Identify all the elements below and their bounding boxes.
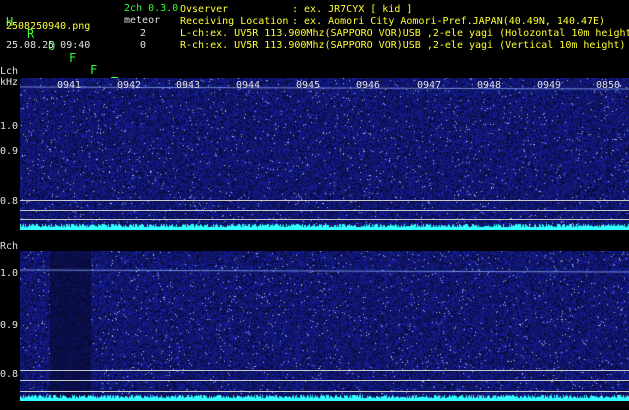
rch-ytick-0.8: 0.8	[0, 369, 19, 380]
lch-time-label: 0941	[57, 80, 82, 91]
lch-time-label: 0946	[356, 80, 381, 91]
lch-spectrogram	[20, 78, 629, 230]
datetime: 25.08.25 09:40	[6, 40, 91, 51]
lch-ytick-0.8: 0.8	[0, 196, 19, 207]
channel-mode: 2ch 0.3.0	[124, 3, 179, 14]
location-label: Receiving Location	[180, 16, 289, 27]
rch-ref-line	[20, 391, 629, 392]
location-value: : ex. Aomori City Aomori-Pref.JAPAN(40.4…	[292, 16, 606, 27]
lch-ref-line	[20, 210, 629, 211]
rch-spectrogram	[20, 251, 629, 401]
lch-time-label: 0945	[296, 80, 321, 91]
rch-ytick-0.9: 0.9	[0, 320, 19, 331]
lch-time-label: 0943	[176, 80, 201, 91]
meteor-label: meteor	[124, 15, 161, 26]
lch-time-label: 0948	[477, 80, 502, 91]
lch-time-label: 0944	[236, 80, 261, 91]
meteor-count-l: 2	[140, 28, 147, 39]
observer-label: Ovserver	[180, 4, 229, 15]
lch-time-label: 0850	[596, 80, 621, 91]
lch-ref-line	[20, 200, 629, 201]
brand-letter: F	[69, 51, 77, 65]
brand-letter: F	[90, 63, 98, 77]
lch-time-label: 0949	[537, 80, 562, 91]
lch-ytick-1.0: 1.0	[0, 121, 19, 132]
rch-ref-line	[20, 370, 629, 371]
rch-ytick-1.0: 1.0	[0, 268, 19, 279]
rch-description: R-ch:ex. UV5R 113.900Mhz(SAPPORO VOR)USB…	[180, 40, 626, 51]
lch-ref-line	[20, 219, 629, 220]
rch-label: Rch	[0, 241, 19, 252]
lch-unit: kHz	[0, 77, 19, 88]
meteor-count-r: 0	[140, 40, 147, 51]
lch-ytick-0.9: 0.9	[0, 146, 19, 157]
lch-label: Lch	[0, 66, 19, 77]
lch-description: L-ch:ex. UV5R 113.900Mhz(SAPPORO VOR)USB…	[180, 28, 629, 39]
filename: 2508250940.png	[6, 21, 91, 32]
lch-time-label: 0942	[117, 80, 142, 91]
lch-time-label: 0947	[417, 80, 442, 91]
observer-value: : ex. JR7CYX [ kid ]	[292, 4, 413, 15]
rch-ref-line	[20, 380, 629, 381]
